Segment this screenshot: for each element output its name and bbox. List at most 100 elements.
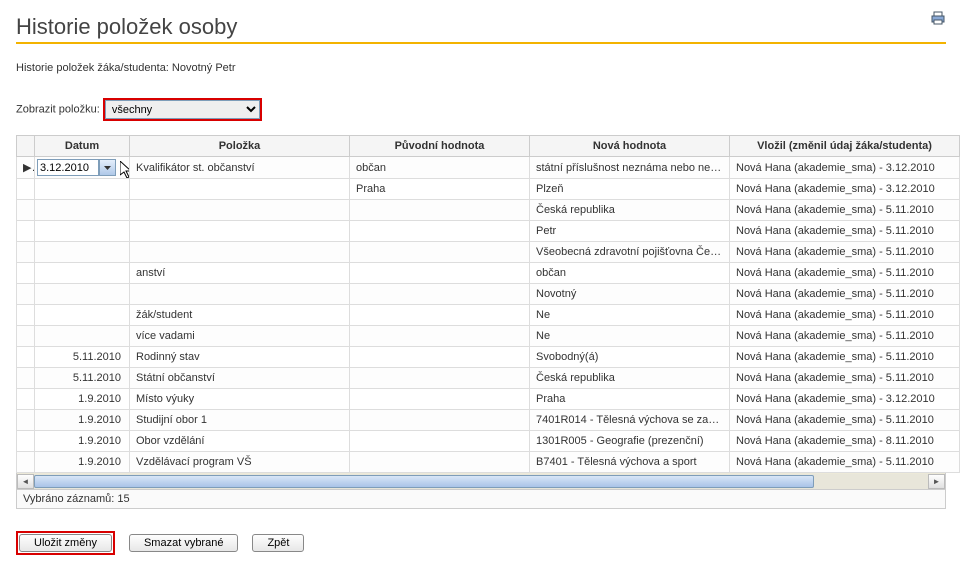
cell-old[interactable] bbox=[350, 452, 530, 473]
cell-who[interactable]: Nová Hana (akademie_sma) - 5.11.2010 bbox=[730, 305, 960, 326]
cell-who[interactable]: Nová Hana (akademie_sma) - 5.11.2010 bbox=[730, 347, 960, 368]
cell-who[interactable]: Nová Hana (akademie_sma) - 5.11.2010 bbox=[730, 326, 960, 347]
cell-field[interactable] bbox=[130, 200, 350, 221]
table-row[interactable]: ▶<prosinec 2010>prosinec2010poútstčtpáso… bbox=[17, 157, 960, 179]
cell-who[interactable]: Nová Hana (akademie_sma) - 5.11.2010 bbox=[730, 200, 960, 221]
table-row[interactable]: žák/student NeNová Hana (akademie_sma) - … bbox=[17, 305, 960, 326]
cell-date[interactable]: 1.9.2010 bbox=[35, 389, 130, 410]
cell-date[interactable]: 1.9.2010 bbox=[35, 410, 130, 431]
cell-field[interactable]: žák/student bbox=[130, 305, 350, 326]
cell-date[interactable]: 5.11.2010 bbox=[35, 347, 130, 368]
table-row[interactable]: PetrNová Hana (akademie_sma) - 5.11.2010 bbox=[17, 221, 960, 242]
cell-old[interactable] bbox=[350, 284, 530, 305]
cell-old[interactable] bbox=[350, 326, 530, 347]
cell-field[interactable]: anství bbox=[130, 263, 350, 284]
cell-date[interactable]: 1.9.2010 bbox=[35, 452, 130, 473]
col-who[interactable]: Vložil (změnil údaj žáka/studenta) bbox=[730, 136, 960, 157]
table-row[interactable]: 5.11.2010Státní občanství Česká republika… bbox=[17, 368, 960, 389]
filter-select[interactable]: všechny bbox=[105, 100, 260, 119]
cell-field[interactable] bbox=[130, 284, 350, 305]
cell-old[interactable] bbox=[350, 389, 530, 410]
cell-new[interactable]: B7401 - Tělesná výchova a sport bbox=[530, 452, 730, 473]
cell-old[interactable]: Praha bbox=[350, 179, 530, 200]
cell-date[interactable]: 5.11.2010 bbox=[35, 368, 130, 389]
scroll-left-icon[interactable]: ◄ bbox=[17, 474, 34, 489]
cell-new[interactable]: Praha bbox=[530, 389, 730, 410]
date-picker-button[interactable] bbox=[99, 159, 116, 176]
cell-old[interactable] bbox=[350, 410, 530, 431]
cell-who[interactable]: Nová Hana (akademie_sma) - 3.12.2010 bbox=[730, 389, 960, 410]
horizontal-scrollbar[interactable]: ◄ ► bbox=[16, 473, 946, 490]
cell-date[interactable] bbox=[35, 305, 130, 326]
cell-new[interactable]: Všeobecná zdravotní pojišťovna Česk... bbox=[530, 242, 730, 263]
table-row[interactable]: PrahaPlzeňNová Hana (akademie_sma) - 3.1… bbox=[17, 179, 960, 200]
cell-field[interactable]: Místo výuky bbox=[130, 389, 350, 410]
scroll-right-icon[interactable]: ► bbox=[928, 474, 945, 489]
cell-date[interactable]: 1.9.2010 bbox=[35, 431, 130, 452]
table-row[interactable]: 1.9.2010Vzdělávací program VŠ B7401 - Těl… bbox=[17, 452, 960, 473]
cell-who[interactable]: Nová Hana (akademie_sma) - 8.11.2010 bbox=[730, 431, 960, 452]
cell-who[interactable]: Nová Hana (akademie_sma) - 5.11.2010 bbox=[730, 242, 960, 263]
cell-new[interactable]: 7401R014 - Tělesná výchova se zamě... bbox=[530, 410, 730, 431]
cell-new[interactable]: Česká republika bbox=[530, 368, 730, 389]
cell-new[interactable]: Petr bbox=[530, 221, 730, 242]
cell-new[interactable]: Ne bbox=[530, 305, 730, 326]
cell-field[interactable] bbox=[130, 242, 350, 263]
print-icon[interactable] bbox=[930, 10, 946, 29]
cell-old[interactable] bbox=[350, 347, 530, 368]
cell-old[interactable] bbox=[350, 431, 530, 452]
col-new[interactable]: Nová hodnota bbox=[530, 136, 730, 157]
table-row[interactable]: anství občanNová Hana (akademie_sma) - 5.… bbox=[17, 263, 960, 284]
cell-old[interactable] bbox=[350, 221, 530, 242]
cell-field[interactable]: Státní občanství bbox=[130, 368, 350, 389]
cell-new[interactable]: Plzeň bbox=[530, 179, 730, 200]
scroll-thumb[interactable] bbox=[34, 475, 814, 488]
cell-new[interactable]: Novotný bbox=[530, 284, 730, 305]
table-row[interactable]: 1.9.2010Obor vzdělání 1301R005 - Geografi… bbox=[17, 431, 960, 452]
cell-field[interactable] bbox=[130, 179, 350, 200]
cell-who[interactable]: Nová Hana (akademie_sma) - 5.11.2010 bbox=[730, 284, 960, 305]
save-button[interactable]: Uložit změny bbox=[19, 534, 112, 552]
cell-date[interactable] bbox=[35, 284, 130, 305]
cell-new[interactable]: 1301R005 - Geografie (prezenční) bbox=[530, 431, 730, 452]
cell-field[interactable]: Obor vzdělání bbox=[130, 431, 350, 452]
col-field[interactable]: Položka bbox=[130, 136, 350, 157]
cell-date[interactable] bbox=[35, 179, 130, 200]
cell-old[interactable] bbox=[350, 305, 530, 326]
cell-who[interactable]: Nová Hana (akademie_sma) - 5.11.2010 bbox=[730, 410, 960, 431]
table-row[interactable]: 5.11.2010Rodinný stavSvobodný(á)Nová Han… bbox=[17, 347, 960, 368]
date-input[interactable] bbox=[37, 159, 99, 176]
table-row[interactable]: NovotnýNová Hana (akademie_sma) - 5.11.2… bbox=[17, 284, 960, 305]
cell-field[interactable]: Rodinný stav bbox=[130, 347, 350, 368]
cell-who[interactable]: Nová Hana (akademie_sma) - 5.11.2010 bbox=[730, 368, 960, 389]
cell-old[interactable] bbox=[350, 263, 530, 284]
cell-new[interactable]: Česká republika bbox=[530, 200, 730, 221]
table-row[interactable]: Všeobecná zdravotní pojišťovna Česk...No… bbox=[17, 242, 960, 263]
cell-date[interactable] bbox=[35, 200, 130, 221]
cell-who[interactable]: Nová Hana (akademie_sma) - 5.11.2010 bbox=[730, 221, 960, 242]
cell-new[interactable]: státní příslušnost neznáma nebo neurč... bbox=[530, 157, 730, 179]
col-old[interactable]: Původní hodnota bbox=[350, 136, 530, 157]
cell-who[interactable]: Nová Hana (akademie_sma) - 5.11.2010 bbox=[730, 452, 960, 473]
cell-field[interactable]: Vzdělávací program VŠ bbox=[130, 452, 350, 473]
table-row[interactable]: 1.9.2010Místo výuky PrahaNová Hana (akade… bbox=[17, 389, 960, 410]
cell-date[interactable] bbox=[35, 326, 130, 347]
cell-new[interactable]: Ne bbox=[530, 326, 730, 347]
cell-old[interactable]: občan bbox=[350, 157, 530, 179]
back-button[interactable]: Zpět bbox=[252, 534, 304, 552]
cell-field[interactable]: Studijní obor 1 bbox=[130, 410, 350, 431]
cell-old[interactable] bbox=[350, 200, 530, 221]
table-row[interactable]: Česká republikaNová Hana (akademie_sma) … bbox=[17, 200, 960, 221]
delete-button[interactable]: Smazat vybrané bbox=[129, 534, 238, 552]
cell-date[interactable] bbox=[35, 221, 130, 242]
cell-date[interactable] bbox=[35, 242, 130, 263]
cell-old[interactable] bbox=[350, 242, 530, 263]
cell-field[interactable]: více vadami bbox=[130, 326, 350, 347]
table-row[interactable]: 1.9.2010Studijní obor 1 7401R014 - Tělesn… bbox=[17, 410, 960, 431]
cell-date[interactable] bbox=[35, 263, 130, 284]
table-row[interactable]: více vadami NeNová Hana (akademie_sma) - … bbox=[17, 326, 960, 347]
cell-who[interactable]: Nová Hana (akademie_sma) - 5.11.2010 bbox=[730, 263, 960, 284]
cell-field[interactable] bbox=[130, 221, 350, 242]
cell-old[interactable] bbox=[350, 368, 530, 389]
cell-new[interactable]: občan bbox=[530, 263, 730, 284]
